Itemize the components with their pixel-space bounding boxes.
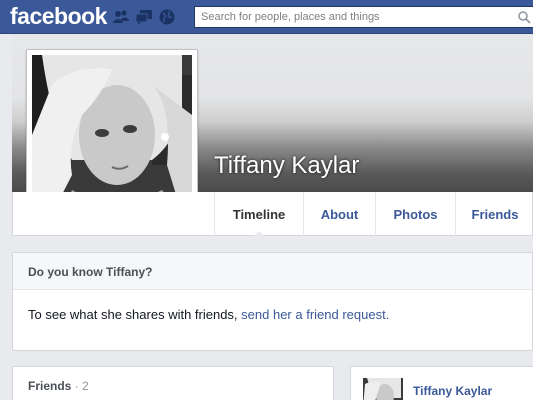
profile-picture bbox=[32, 55, 192, 214]
profile-tabs: Timeline About Photos Friends bbox=[214, 192, 533, 237]
tab-about[interactable]: About bbox=[303, 192, 375, 236]
friend-request-link[interactable]: send her a friend request. bbox=[241, 307, 389, 322]
tab-friends[interactable]: Friends bbox=[455, 192, 533, 236]
friends-count: · 2 bbox=[71, 379, 89, 393]
search-input[interactable] bbox=[195, 7, 533, 27]
search-box bbox=[194, 6, 533, 28]
messages-icon[interactable] bbox=[135, 8, 153, 26]
do-you-know-text: To see what she shares with friends, bbox=[28, 307, 242, 322]
search-icon[interactable] bbox=[517, 10, 531, 24]
do-you-know-body: To see what she shares with friends, sen… bbox=[13, 290, 532, 322]
friend-requests-icon[interactable] bbox=[112, 8, 130, 26]
profile-nav: Timeline About Photos Friends bbox=[12, 192, 533, 237]
tab-photos[interactable]: Photos bbox=[375, 192, 455, 236]
profile-name[interactable]: Tiffany Kaylar bbox=[214, 152, 359, 180]
post-card: Tiffany Kaylar bbox=[350, 366, 533, 400]
do-you-know-title: Do you know Tiffany? bbox=[13, 253, 532, 290]
notifications-icon[interactable] bbox=[158, 8, 176, 26]
post-author-name[interactable]: Tiffany Kaylar bbox=[413, 384, 492, 398]
do-you-know-box: Do you know Tiffany? To see what she sha… bbox=[12, 252, 533, 351]
friends-box: Friends · 2 bbox=[12, 366, 334, 400]
tab-timeline[interactable]: Timeline bbox=[214, 192, 303, 237]
facebook-logo[interactable]: facebook bbox=[10, 3, 107, 30]
friends-heading: Friends · 2 bbox=[28, 379, 89, 393]
top-bar: facebook bbox=[0, 0, 533, 34]
friends-title[interactable]: Friends bbox=[28, 379, 71, 393]
jewel-bar bbox=[112, 8, 176, 26]
post-author-avatar[interactable] bbox=[363, 378, 403, 400]
